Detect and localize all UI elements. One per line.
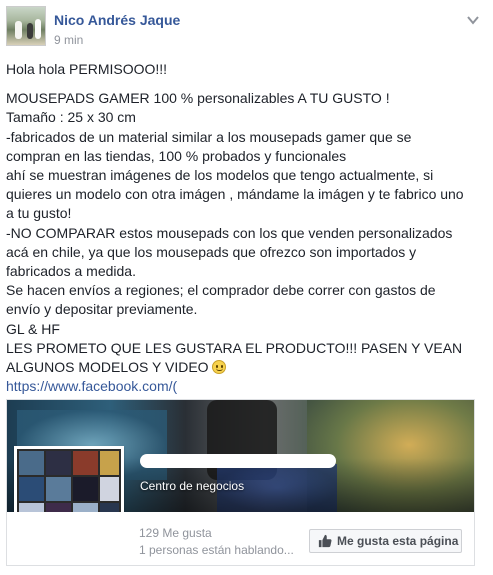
post-line: quieres un modelo con otra imágen , mánd… xyxy=(6,186,464,203)
page-talking-about: 1 personas están hablando... xyxy=(139,543,294,557)
post-line: compran en las tiendas, 100 % probados y… xyxy=(6,147,347,164)
post-body: Hola hola PERMISOOO!!! MOUSEPADS GAMER 1… xyxy=(6,60,476,396)
post-line: fabricados a medida. xyxy=(6,263,136,280)
smiley-icon xyxy=(212,360,227,375)
chevron-down-icon[interactable] xyxy=(467,12,479,25)
page-likes-count: 129 Me gusta xyxy=(139,526,212,540)
like-page-button-label: Me gusta esta página xyxy=(337,534,459,548)
post-line: LES PROMETO QUE LES GUSTARA EL PRODUCTO!… xyxy=(6,339,463,356)
post-line: Tamaño : 25 x 30 cm xyxy=(6,109,136,126)
page-card[interactable]: Centro de negocios 129 Me gusta 1 person… xyxy=(6,399,475,566)
post-line: Se hacen envíos a regiones; el comprador… xyxy=(6,282,436,299)
facebook-link[interactable]: https://www.facebook.com/( xyxy=(6,378,177,394)
timestamp-text[interactable]: 9 min xyxy=(54,33,83,47)
post-line-with-emoji: ALGUNOS MODELOS Y VIDEO xyxy=(6,358,476,377)
post-line: ALGUNOS MODELOS Y VIDEO xyxy=(6,359,209,376)
thumbs-up-icon xyxy=(318,534,332,548)
post-line: Hola hola PERMISOOO!!! xyxy=(6,61,168,77)
post-link-line: https://www.facebook.com/( xyxy=(6,377,476,396)
post-line: ahí se muestran imágenes de los modelos … xyxy=(6,167,434,184)
author-name[interactable]: Nico Andrés Jaque xyxy=(54,12,180,28)
page-category: Centro de negocios xyxy=(140,479,245,493)
post-line: acá en chile, ya que los mousepads que o… xyxy=(6,243,417,260)
like-page-button[interactable]: Me gusta esta página xyxy=(309,529,462,553)
redacted-page-name xyxy=(140,454,336,468)
post-line: -NO COMPARAR estos mousepads con los que… xyxy=(6,224,453,241)
post-line: a tu gusto! xyxy=(6,205,72,222)
facebook-post: Nico Andrés Jaque 9 min Hola hola PERMIS… xyxy=(0,0,493,575)
author-avatar[interactable] xyxy=(6,6,46,46)
page-card-footer: 129 Me gusta 1 personas están hablando..… xyxy=(7,512,474,565)
post-line: envío y depositar previamente. xyxy=(6,301,198,318)
post-line: MOUSEPADS GAMER 100 % personalizables A … xyxy=(6,90,390,107)
post-timestamp[interactable]: 9 min xyxy=(54,33,83,47)
post-line: -fabricados de un material similar a los… xyxy=(6,128,412,145)
post-line: GL & HF xyxy=(6,320,60,337)
